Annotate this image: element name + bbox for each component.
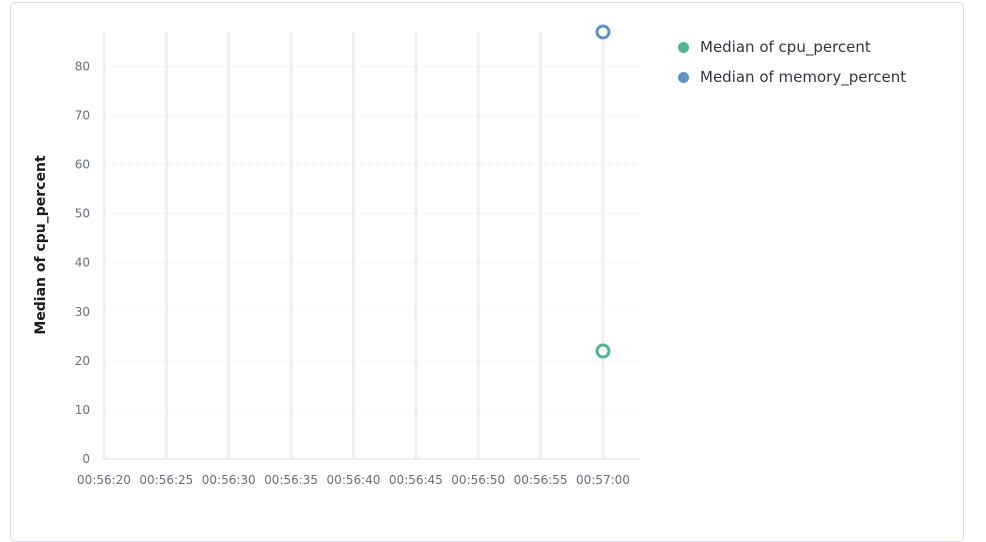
legend-item-cpu[interactable]: Median of cpu_percent	[678, 32, 906, 62]
legend-item-memory[interactable]: Median of memory_percent	[678, 62, 906, 92]
grid-layer	[102, 32, 640, 459]
x-tick-label-5: 00:56:45	[389, 473, 443, 487]
x-tick-label-4: 00:56:40	[327, 473, 381, 487]
x-tick-label-1: 00:56:25	[139, 473, 193, 487]
y-tick-label-10: 10	[75, 403, 90, 417]
data-point-1-0[interactable]	[595, 24, 611, 40]
y-axis-title: Median of cpu_percent	[33, 155, 49, 335]
legend: Median of cpu_percent Median of memory_p…	[678, 32, 906, 92]
y-tick-label-0: 0	[82, 452, 90, 466]
x-tick-label-6: 00:56:50	[451, 473, 505, 487]
data-point-0-0[interactable]	[595, 343, 611, 359]
y-tick-label-40: 40	[75, 256, 90, 270]
legend-swatch-cpu	[678, 41, 689, 53]
x-tick-label-3: 00:56:35	[264, 473, 318, 487]
y-tick-label-60: 60	[75, 158, 90, 172]
legend-label-memory: Median of memory_percent	[700, 68, 907, 86]
y-tick-label-70: 70	[75, 108, 90, 122]
x-tick-label-0: 00:56:20	[77, 473, 131, 487]
y-tick-label-20: 20	[75, 354, 90, 368]
x-tick-label-2: 00:56:30	[202, 473, 256, 487]
x-tick-label-7: 00:56:55	[514, 473, 568, 487]
legend-label-cpu: Median of cpu_percent	[700, 38, 871, 56]
y-tick-label-80: 80	[75, 59, 90, 73]
legend-swatch-memory	[678, 71, 689, 83]
y-tick-label-50: 50	[75, 207, 90, 221]
y-tick-label-30: 30	[75, 305, 90, 319]
axis-layer: 0 10 20 30 40 50 60 70 80 00:56:20 00:56:25 00:56:3…	[75, 59, 640, 487]
x-tick-label-8: 00:57:00	[576, 473, 630, 487]
